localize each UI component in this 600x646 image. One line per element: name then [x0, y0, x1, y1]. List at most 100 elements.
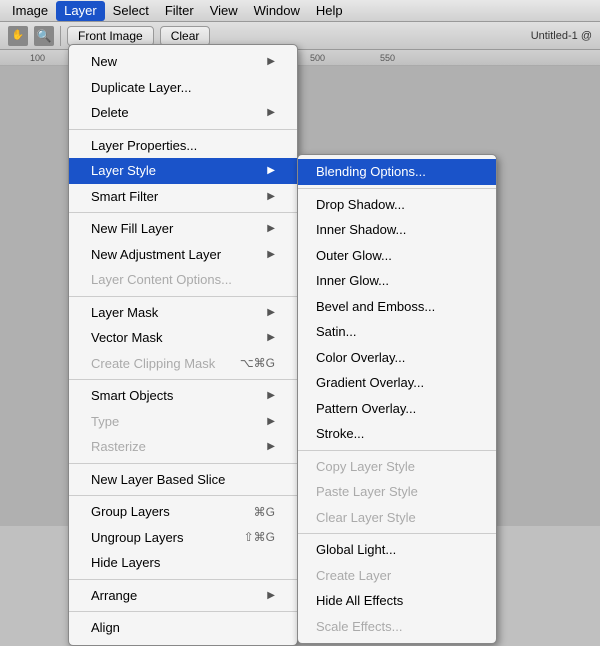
menu-rasterize[interactable]: Rasterize ▶ [69, 434, 297, 460]
menu-group-layers[interactable]: Group Layers ⌘G [69, 499, 297, 525]
menu-align[interactable]: Align [69, 615, 297, 641]
menu-rasterize-arrow: ▶ [267, 439, 275, 454]
submenu-stroke[interactable]: Stroke... [298, 421, 496, 447]
menu-vector-mask[interactable]: Vector Mask ▶ [69, 325, 297, 351]
clear-button[interactable]: Clear [160, 26, 211, 46]
menu-layer-content-options[interactable]: Layer Content Options... [69, 267, 297, 293]
menu-view[interactable]: View [202, 1, 246, 21]
menu-group-layers-shortcut: ⌘G [254, 503, 275, 521]
submenu-create-layer[interactable]: Create Layer [298, 563, 496, 589]
menu-layer-style-label: Layer Style [91, 161, 156, 181]
menu-new-fill-label: New Fill Layer [91, 219, 173, 239]
menu-ungroup-layers[interactable]: Ungroup Layers ⇧⌘G [69, 525, 297, 551]
menu-duplicate-label: Duplicate Layer... [91, 78, 191, 98]
layer-menu: New ▶ Duplicate Layer... Delete ▶ Layer … [68, 44, 298, 646]
separator-8 [69, 611, 297, 612]
submenu-scale-effects[interactable]: Scale Effects... [298, 614, 496, 640]
app-area: ✋ 🔍 Front Image Clear Untitled-1 @ 100 2… [0, 22, 600, 526]
submenu-blending-options[interactable]: Blending Options... [298, 159, 496, 185]
menu-arrange[interactable]: Arrange ▶ [69, 583, 297, 609]
menu-delete[interactable]: Delete ▶ [69, 100, 297, 126]
menu-smart-filter[interactable]: Smart Filter ▶ [69, 184, 297, 210]
submenu-paste-layer-style[interactable]: Paste Layer Style [298, 479, 496, 505]
separator-5 [69, 463, 297, 464]
menu-hide-layers-label: Hide Layers [91, 553, 160, 573]
menu-layer-mask[interactable]: Layer Mask ▶ [69, 300, 297, 326]
zoom-tool-icon[interactable]: 🔍 [34, 26, 54, 46]
menu-help[interactable]: Help [308, 1, 351, 21]
menu-arrange-label: Arrange [91, 586, 137, 606]
menu-new-fill-arrow: ▶ [267, 221, 275, 236]
menu-duplicate-layer[interactable]: Duplicate Layer... [69, 75, 297, 101]
submenu-satin[interactable]: Satin... [298, 319, 496, 345]
menu-layer[interactable]: Layer [56, 1, 105, 21]
menu-create-clipping-shortcut: ⌥⌘G [240, 354, 275, 372]
title-hint: Untitled-1 @ [531, 30, 592, 42]
menu-layer-style-arrow: ▶ [267, 163, 275, 178]
menu-layer-style[interactable]: Layer Style ▶ Blending Options... Drop S… [69, 158, 297, 184]
menu-delete-label: Delete [91, 103, 129, 123]
layer-style-submenu: Blending Options... Drop Shadow... Inner… [297, 154, 497, 644]
separator [60, 26, 61, 46]
submenu-drop-shadow[interactable]: Drop Shadow... [298, 192, 496, 218]
menu-group-layers-label: Group Layers [91, 502, 170, 522]
menu-layer-mask-arrow: ▶ [267, 305, 275, 320]
menu-layer-mask-label: Layer Mask [91, 303, 158, 323]
menu-align-label: Align [91, 618, 120, 638]
menu-hide-layers[interactable]: Hide Layers [69, 550, 297, 576]
menu-ungroup-layers-label: Ungroup Layers [91, 528, 184, 548]
menu-layer-properties-label: Layer Properties... [91, 136, 197, 156]
separator-6 [69, 495, 297, 496]
submenu-hide-all-effects[interactable]: Hide All Effects [298, 588, 496, 614]
menu-vector-mask-label: Vector Mask [91, 328, 163, 348]
submenu-sep-1 [298, 188, 496, 189]
separator-7 [69, 579, 297, 580]
submenu-color-overlay[interactable]: Color Overlay... [298, 345, 496, 371]
menu-new-label: New [91, 52, 117, 72]
menu-smart-filter-arrow: ▶ [267, 189, 275, 204]
menu-create-clipping-mask[interactable]: Create Clipping Mask ⌥⌘G [69, 351, 297, 377]
menu-smart-objects-arrow: ▶ [267, 388, 275, 403]
menu-window[interactable]: Window [246, 1, 308, 21]
submenu-pattern-overlay[interactable]: Pattern Overlay... [298, 396, 496, 422]
separator-3 [69, 296, 297, 297]
menu-new-arrow: ▶ [267, 54, 275, 69]
submenu-outer-glow[interactable]: Outer Glow... [298, 243, 496, 269]
menu-new-fill-layer[interactable]: New Fill Layer ▶ [69, 216, 297, 242]
ruler-label-550: 550 [380, 53, 395, 63]
menu-new-layer-based-slice[interactable]: New Layer Based Slice [69, 467, 297, 493]
submenu-global-light[interactable]: Global Light... [298, 537, 496, 563]
submenu-gradient-overlay[interactable]: Gradient Overlay... [298, 370, 496, 396]
menu-layer-content-label: Layer Content Options... [91, 270, 232, 290]
menu-arrange-arrow: ▶ [267, 588, 275, 603]
menu-type-arrow: ▶ [267, 414, 275, 429]
separator-2 [69, 212, 297, 213]
menu-smart-objects[interactable]: Smart Objects ▶ [69, 383, 297, 409]
submenu-sep-3 [298, 533, 496, 534]
menu-filter[interactable]: Filter [157, 1, 202, 21]
menu-select[interactable]: Select [105, 1, 157, 21]
separator-1 [69, 129, 297, 130]
front-image-button[interactable]: Front Image [67, 26, 154, 46]
menu-type[interactable]: Type ▶ [69, 409, 297, 435]
submenu-inner-shadow[interactable]: Inner Shadow... [298, 217, 496, 243]
menu-new-adjustment-layer[interactable]: New Adjustment Layer ▶ [69, 242, 297, 268]
menu-ungroup-layers-shortcut: ⇧⌘G [244, 528, 275, 546]
menubar: Image Layer Select Filter View Window He… [0, 0, 600, 22]
separator-4 [69, 379, 297, 380]
menu-new-adjustment-label: New Adjustment Layer [91, 245, 221, 265]
menu-image[interactable]: Image [4, 1, 56, 21]
menu-rasterize-label: Rasterize [91, 437, 146, 457]
menu-smart-filter-label: Smart Filter [91, 187, 158, 207]
submenu-inner-glow[interactable]: Inner Glow... [298, 268, 496, 294]
submenu-bevel-emboss[interactable]: Bevel and Emboss... [298, 294, 496, 320]
hand-tool-icon[interactable]: ✋ [8, 26, 28, 46]
submenu-clear-layer-style[interactable]: Clear Layer Style [298, 505, 496, 531]
menu-new[interactable]: New ▶ [69, 49, 297, 75]
menu-new-layer-based-slice-label: New Layer Based Slice [91, 470, 225, 490]
submenu-sep-2 [298, 450, 496, 451]
submenu-copy-layer-style[interactable]: Copy Layer Style [298, 454, 496, 480]
menu-layer-properties[interactable]: Layer Properties... [69, 133, 297, 159]
menu-delete-arrow: ▶ [267, 105, 275, 120]
menu-type-label: Type [91, 412, 119, 432]
